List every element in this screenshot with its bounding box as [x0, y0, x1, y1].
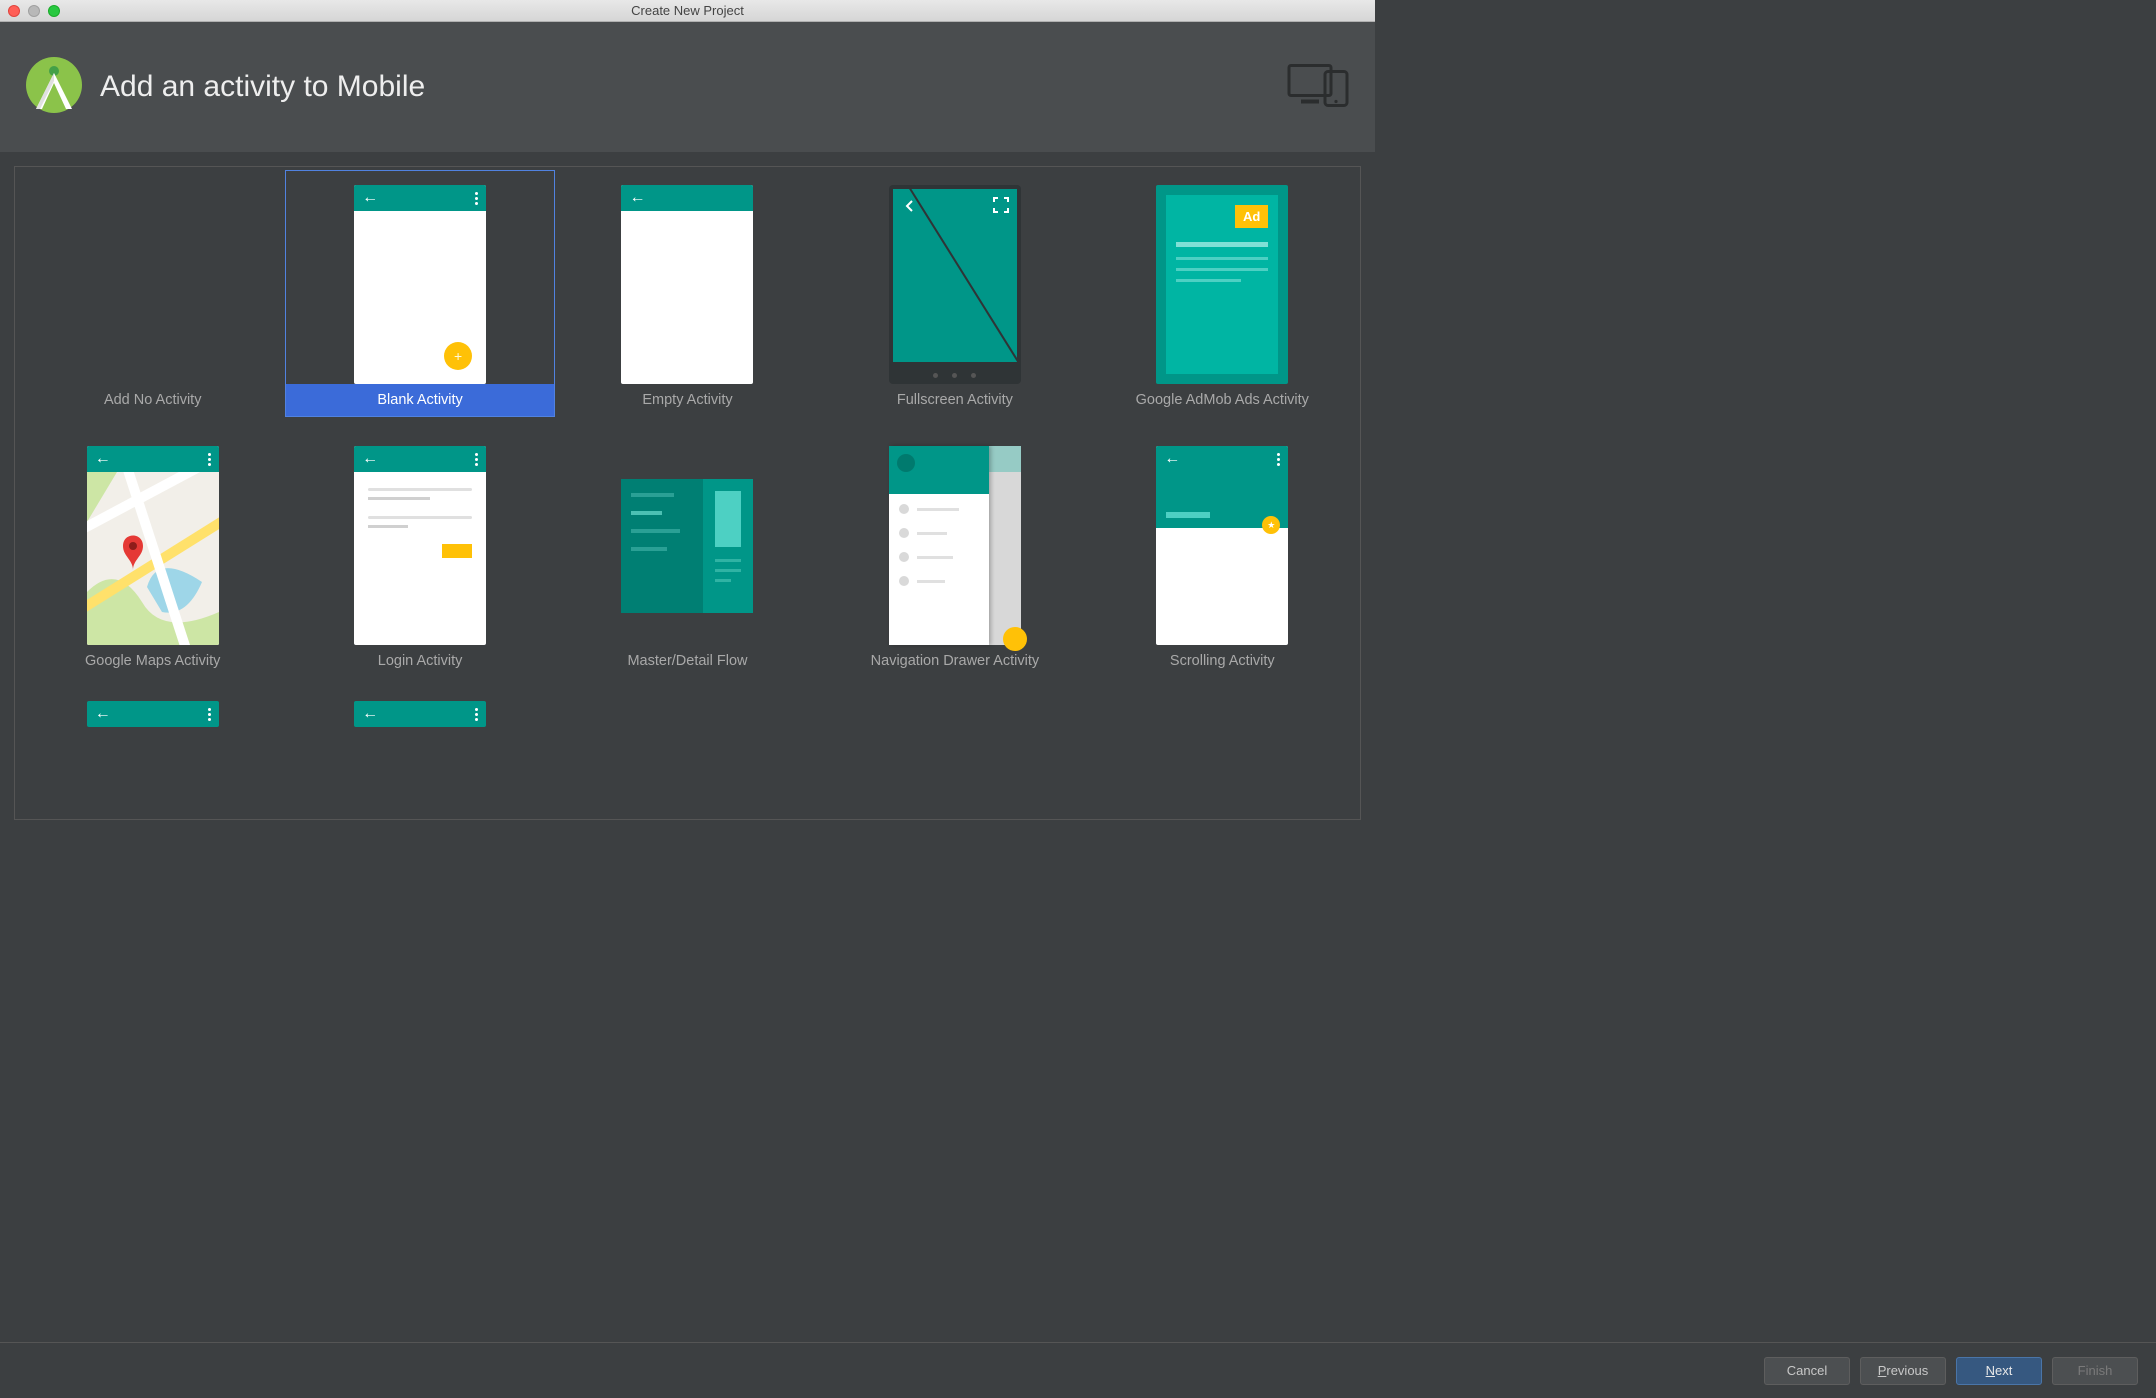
- devices-icon: [1287, 62, 1353, 113]
- template-admob-activity[interactable]: Ad Google AdMob Ads Activity: [1089, 171, 1356, 416]
- template-google-maps-activity[interactable]: ←: [19, 432, 286, 677]
- template-label: Empty Activity: [554, 384, 821, 416]
- template-thumbnail: [889, 185, 1021, 384]
- next-button[interactable]: Next: [1956, 1357, 2042, 1385]
- template-empty-activity[interactable]: ← Empty Activity: [554, 171, 821, 416]
- thumb-appbar: ←: [621, 185, 753, 211]
- wizard-content: Add No Activity ← Blank Ac: [0, 152, 1375, 834]
- back-arrow-icon: [903, 199, 917, 218]
- template-login-activity[interactable]: ← Login Acti: [286, 432, 553, 677]
- template-thumbnail: ←: [354, 185, 486, 384]
- finish-button: Finish: [2052, 1357, 2138, 1385]
- template-blank-activity[interactable]: ← Blank Activity: [286, 171, 553, 416]
- template-thumbnail: ←: [621, 185, 753, 384]
- wizard-header: Add an activity to Mobile: [0, 22, 1375, 152]
- overflow-menu-icon: [475, 708, 478, 721]
- window-titlebar: Create New Project: [0, 0, 1375, 22]
- avatar-icon: [897, 454, 915, 472]
- fab-icon: [444, 342, 472, 370]
- template-label: Login Activity: [286, 645, 553, 677]
- template-partial-2[interactable]: ←: [286, 693, 553, 727]
- header-left: Add an activity to Mobile: [22, 53, 425, 122]
- template-navigation-drawer-activity[interactable]: Navigation Drawer Activity: [821, 432, 1088, 677]
- activity-gallery: Add No Activity ← Blank Ac: [14, 166, 1361, 820]
- map-thumbnail-icon: [87, 472, 219, 645]
- thumb-appbar: ←: [87, 701, 219, 727]
- pager-dots-icon: [889, 373, 1021, 378]
- thumb-appbar: ←: [354, 446, 486, 472]
- overflow-menu-icon: [208, 453, 211, 466]
- template-thumbnail: ←: [87, 701, 219, 727]
- template-label: Scrolling Activity: [1089, 645, 1356, 677]
- thumb-appbar: ←: [87, 446, 219, 472]
- thumb-appbar: ←: [354, 185, 486, 211]
- overflow-menu-icon: [475, 192, 478, 205]
- previous-button[interactable]: Previous: [1860, 1357, 1946, 1385]
- back-arrow-icon: ←: [95, 451, 111, 467]
- login-button-icon: [442, 544, 472, 558]
- back-arrow-icon: ←: [1164, 451, 1180, 467]
- template-thumbnail: ←: [87, 446, 219, 645]
- template-master-detail-flow[interactable]: Master/Detail Flow: [554, 432, 821, 677]
- back-arrow-icon: ←: [362, 190, 378, 206]
- thumb-appbar: ←: [354, 701, 486, 727]
- window-controls: [8, 5, 60, 17]
- overflow-menu-icon: [1277, 453, 1280, 466]
- overflow-menu-icon: [475, 453, 478, 466]
- cancel-button[interactable]: Cancel: [1764, 1357, 1850, 1385]
- tablet-thumbnail-icon: [621, 479, 753, 613]
- template-thumbnail: [889, 446, 1021, 645]
- ad-badge: Ad: [1235, 205, 1268, 228]
- template-thumbnail: Ad: [1156, 185, 1288, 384]
- back-arrow-icon: ←: [95, 706, 111, 722]
- template-add-no-activity[interactable]: Add No Activity: [19, 171, 286, 416]
- back-arrow-icon: ←: [362, 706, 378, 722]
- template-label: Google AdMob Ads Activity: [1089, 384, 1356, 416]
- close-window-button[interactable]: [8, 5, 20, 17]
- template-label: Google Maps Activity: [19, 645, 286, 677]
- template-label: Add No Activity: [19, 384, 286, 416]
- back-arrow-icon: ←: [362, 451, 378, 467]
- star-icon: ★: [1262, 516, 1280, 534]
- thumb-appbar: ←: [1156, 446, 1288, 472]
- zoom-window-button[interactable]: [48, 5, 60, 17]
- fullscreen-icon: [993, 197, 1009, 218]
- template-scrolling-activity[interactable]: ← ★ Scrolling Activity: [1089, 432, 1356, 677]
- overflow-menu-icon: [208, 708, 211, 721]
- template-label: Blank Activity: [286, 384, 553, 416]
- android-studio-logo-icon: [22, 53, 86, 122]
- template-thumbnail: ←: [354, 446, 486, 645]
- template-partial-1[interactable]: ←: [19, 693, 286, 727]
- template-thumbnail: ←: [354, 701, 486, 727]
- minimize-window-button[interactable]: [28, 5, 40, 17]
- template-label: Navigation Drawer Activity: [821, 645, 1088, 677]
- template-fullscreen-activity[interactable]: Fullscreen Activity: [821, 171, 1088, 416]
- template-label: Master/Detail Flow: [554, 645, 821, 677]
- fab-icon: [1003, 627, 1027, 651]
- template-thumbnail: [87, 185, 219, 384]
- template-thumbnail: [621, 446, 753, 645]
- wizard-footer: Cancel Previous Next Finish: [0, 1342, 2156, 1398]
- wizard-step-title: Add an activity to Mobile: [100, 70, 425, 104]
- window-title: Create New Project: [0, 3, 1375, 18]
- template-thumbnail: ← ★: [1156, 446, 1288, 645]
- template-label: Fullscreen Activity: [821, 384, 1088, 416]
- back-arrow-icon: ←: [629, 190, 645, 206]
